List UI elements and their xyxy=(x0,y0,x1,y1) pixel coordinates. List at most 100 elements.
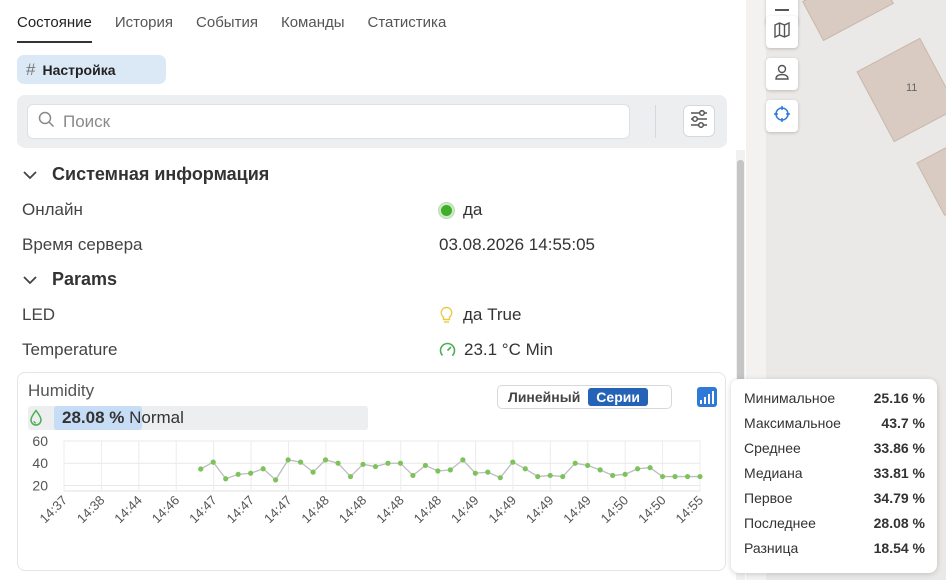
temperature-label: Temperature xyxy=(22,340,118,359)
online-label: Онлайн xyxy=(22,200,83,219)
stat-value: 18.54 % xyxy=(873,540,925,556)
search-input[interactable] xyxy=(63,111,613,132)
section-system-info-title: Системная информация xyxy=(52,164,270,184)
data-point xyxy=(235,471,241,477)
online-value: да xyxy=(439,200,482,220)
stat-label: Максимальное xyxy=(744,415,841,431)
stat-mean: Среднее 33.86 % xyxy=(744,440,925,465)
mode-series-button[interactable]: Серии xyxy=(588,388,648,406)
stat-label: Медиана xyxy=(744,465,803,481)
map-building xyxy=(856,37,946,143)
plot-frame xyxy=(63,440,701,492)
data-point xyxy=(347,473,354,480)
layers-icon xyxy=(775,9,789,11)
server-time-value: 03.08.2026 14:55:05 xyxy=(439,235,595,254)
online-status-dot xyxy=(439,202,454,218)
data-point xyxy=(659,473,666,480)
chart-mode-toggle: Линейный Серии xyxy=(497,385,672,409)
x-tick-label: 14:50 xyxy=(635,493,669,527)
stat-median: Медиана 33.81 % xyxy=(744,465,925,490)
led-label: LED xyxy=(22,305,56,324)
temperature-value-text: 23.1 °C Min xyxy=(464,340,554,359)
stat-max: Максимальное 43.7 % xyxy=(744,415,925,440)
humidity-chart: 60402014:37 14:38 14:44 14:46 14:47 14:47 14:4… xyxy=(32,433,707,527)
humidity-value-bar: 28.08 % Normal xyxy=(28,406,368,430)
humidity-reading: 28.08 % Normal xyxy=(62,408,184,428)
chevron-down-icon xyxy=(22,164,38,185)
data-point xyxy=(335,460,341,466)
data-point xyxy=(248,470,254,476)
x-tick-label: 14:49 xyxy=(523,493,557,527)
section-params[interactable]: Params xyxy=(22,269,117,290)
lightbulb-icon xyxy=(439,306,454,325)
server-time-label: Время сервера xyxy=(22,235,143,254)
map-building xyxy=(916,144,946,216)
data-point xyxy=(622,471,628,477)
tab-statistics[interactable]: Статистика xyxy=(368,0,447,43)
scrollbar-thumb[interactable] xyxy=(737,160,744,385)
map-icon xyxy=(773,21,791,44)
user-pin-icon xyxy=(773,63,791,86)
map-person-button[interactable] xyxy=(766,58,798,90)
data-point xyxy=(372,463,379,470)
x-tick-label: 14:50 xyxy=(598,493,632,527)
section-system-info[interactable]: Системная информация xyxy=(22,164,269,185)
y-tick-label: 40 xyxy=(32,455,48,471)
y-tick-label: 20 xyxy=(32,477,48,493)
x-tick-label: 14:37 xyxy=(37,493,71,527)
map-locate-button[interactable] xyxy=(766,100,798,132)
tab-state[interactable]: Состояние xyxy=(17,0,92,43)
stat-value: 25.16 % xyxy=(873,390,925,406)
data-point xyxy=(322,457,329,463)
bar-chart-icon[interactable] xyxy=(697,387,717,407)
stat-last: Последнее 28.08 % xyxy=(744,515,925,540)
x-tick-label: 14:48 xyxy=(298,493,332,527)
data-point xyxy=(547,472,553,479)
stat-first: Первое 34.79 % xyxy=(744,490,925,515)
x-tick-label: 14:49 xyxy=(448,493,482,527)
online-value-text: да xyxy=(463,200,483,219)
map-building-label: 11 xyxy=(906,82,918,94)
temperature-value: 23.1 °C Min xyxy=(439,340,553,360)
data-point xyxy=(485,469,491,475)
x-tick-label: 14:49 xyxy=(560,493,594,527)
data-point xyxy=(697,473,703,480)
led-value: да True xyxy=(439,305,521,325)
data-point xyxy=(510,459,516,465)
stat-value: 33.81 % xyxy=(873,465,925,481)
stat-label: Среднее xyxy=(744,440,801,456)
settings-chip[interactable]: # Настройка xyxy=(17,55,166,84)
tab-history[interactable]: История xyxy=(115,0,173,43)
data-point xyxy=(435,468,441,474)
x-tick-label: 14:55 xyxy=(673,493,707,527)
tab-commands[interactable]: Команды xyxy=(281,0,345,43)
device-panel: Состояние История События Команды Статис… xyxy=(0,0,746,580)
data-point xyxy=(460,457,466,463)
x-tick-label: 14:48 xyxy=(373,493,407,527)
data-point xyxy=(273,477,279,483)
section-params-title: Params xyxy=(52,269,118,289)
tab-events[interactable]: События xyxy=(196,0,258,43)
stat-value: 33.86 % xyxy=(873,440,925,456)
stat-value: 28.08 % xyxy=(873,515,925,531)
data-point xyxy=(447,467,453,473)
humidity-card: Humidity 28.08 % Normal Линейный Серии 6… xyxy=(17,372,726,571)
stat-value: 34.79 % xyxy=(873,490,925,506)
stat-diff: Разница 18.54 % xyxy=(744,540,925,565)
x-tick-label: 14:48 xyxy=(411,493,445,527)
map-view-button[interactable] xyxy=(766,16,798,48)
data-point xyxy=(210,459,216,465)
filter-button[interactable] xyxy=(683,105,715,137)
search-icon xyxy=(38,111,55,133)
x-tick-label: 14:48 xyxy=(336,493,370,527)
mode-line-button[interactable]: Линейный xyxy=(500,388,588,406)
tab-bar: Состояние История События Команды Статис… xyxy=(17,0,469,44)
data-point xyxy=(310,469,316,475)
search-field[interactable] xyxy=(27,104,630,139)
stat-min: Минимальное 25.16 % xyxy=(744,390,925,415)
data-point xyxy=(472,470,478,476)
y-tick-label: 60 xyxy=(32,433,48,449)
humidity-title: Humidity xyxy=(28,381,95,400)
data-point xyxy=(585,462,591,469)
data-point xyxy=(597,467,603,473)
